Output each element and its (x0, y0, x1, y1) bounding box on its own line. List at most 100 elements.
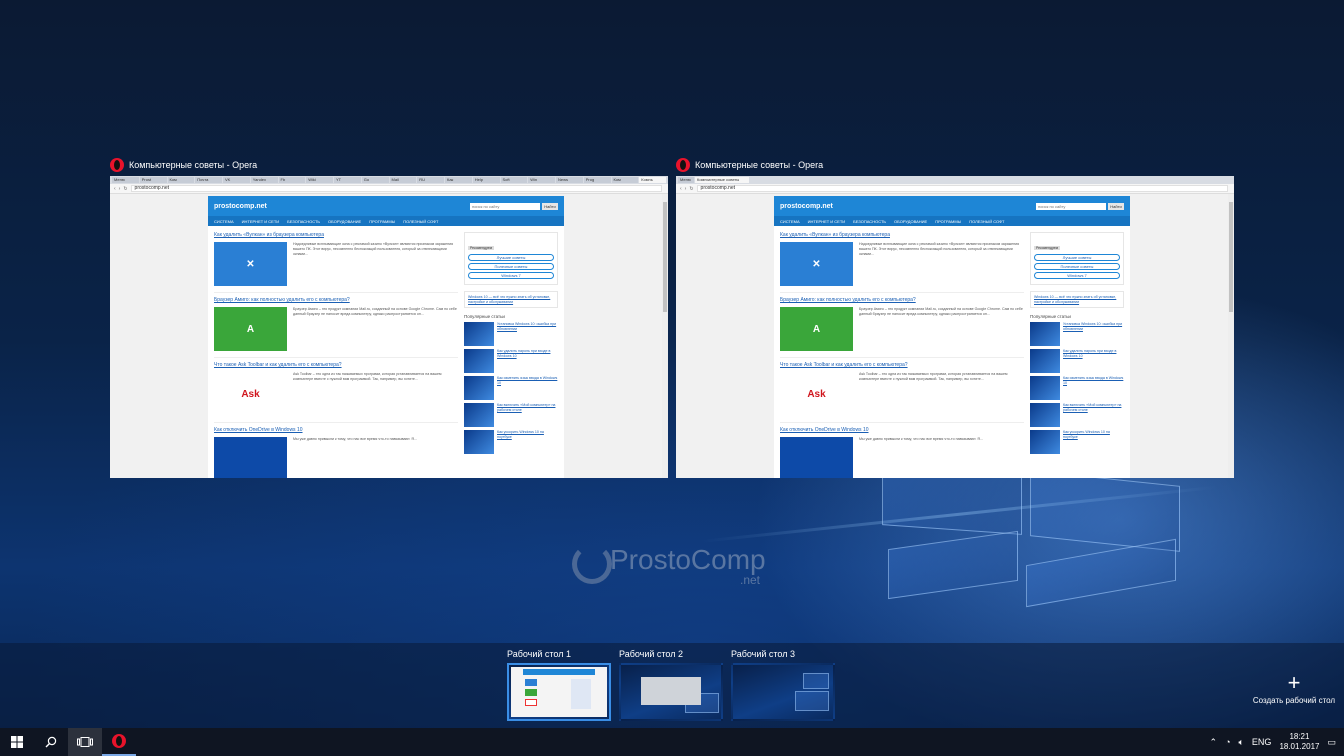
address-bar: ‹ › ↻ prostocomp.net (676, 184, 1234, 194)
desktop-1[interactable]: Рабочий стол 1 (507, 649, 611, 721)
start-button[interactable] (0, 728, 34, 756)
browser-tab: Меню (112, 177, 139, 183)
desktop-thumbnail[interactable] (507, 663, 611, 721)
task-view-window-2[interactable]: Компьютерные советы - Opera Меню Компьюте… (676, 156, 1234, 478)
article-excerpt: Мы уже давно привыкли к тому, что нас вс… (293, 437, 417, 441)
desktop-label: Рабочий стол 2 (619, 649, 684, 659)
site-nav: СИСТЕМА ИНТЕРНЕТ И СЕТИ БЕЗОПАСНОСТЬ ОБОРУД… (208, 216, 564, 226)
site-search-button: Найти (542, 202, 558, 210)
browser-tab: News (556, 177, 583, 183)
site-nav-item: ИНТЕРНЕТ И СЕТИ (807, 218, 846, 224)
browser-tab: Prog (583, 177, 611, 183)
popular-link: Установка Windows 10: ошибка при обновле… (1063, 322, 1123, 331)
chevron-up-icon[interactable]: ⌃ (1210, 737, 1218, 748)
article-title: Как удалить «Вулкан» из браузера компьют… (214, 232, 324, 238)
article-title: Что такое Ask Toolbar и как удалить его … (214, 362, 342, 368)
desktop-thumbnail[interactable] (731, 663, 835, 721)
task-view-window-1[interactable]: Компьютерные советы - Opera Меню Prost Ком… (110, 156, 668, 478)
sidebar-box: Рекомендуем Лучшие советы Полезные советы W… (1030, 232, 1124, 285)
site-nav-item: ПОЛЕЗНЫЙ СОФТ (969, 218, 1005, 224)
popular-item: Как ускорить Windows 10 на ноутбуке (464, 430, 558, 455)
back-icon: ‹ (114, 185, 116, 192)
network-icon[interactable]: ◔ (1225, 737, 1230, 747)
site-logo: prostocomp.net (214, 202, 267, 210)
volume-icon[interactable]: 🔈︎ (1239, 737, 1244, 748)
popular-thumb (464, 322, 494, 347)
browser-tab: Ком (611, 177, 639, 183)
popular-item: Установка Windows 10: ошибка при обновле… (1030, 322, 1124, 347)
popular-item: Как удалить пароль при входе в Windows 1… (1030, 349, 1124, 374)
popular-thumb (1030, 376, 1060, 401)
forward-icon: › (684, 185, 687, 192)
site-nav-item: ПРОГРАММЫ (935, 218, 962, 224)
taskbar: ⌃ ◔ 🔈︎ ENG 18:21 18.01.2017 ▭ (0, 728, 1344, 756)
url-field: prostocomp.net (130, 185, 662, 192)
window-title-bar: Компьютерные советы - Opera (110, 156, 668, 174)
notifications-icon[interactable]: ▭ (1327, 737, 1336, 748)
popular-thumb (1030, 322, 1060, 347)
popular-link: Как ускорить Windows 10 на ноутбуке (497, 430, 544, 439)
browser-tab: Prost (139, 177, 167, 183)
scrollbar (662, 194, 668, 478)
article-excerpt: Мы уже давно привыкли к тому, что нас вс… (859, 437, 983, 441)
windows-icon (11, 736, 23, 748)
sidebar-note: Windows 10 — всё что нужно знать об уста… (464, 291, 558, 309)
browser-tab: VK (223, 177, 250, 183)
sidebar-note: Windows 10 — всё что нужно знать об уста… (1030, 291, 1124, 309)
site-nav-item: ПРОГРАММЫ (369, 218, 396, 224)
popular-thumb (464, 430, 494, 455)
desktop-label: Рабочий стол 3 (731, 649, 796, 659)
divider (780, 357, 1024, 358)
site-nav-item: БЕЗОПАСНОСТЬ (287, 218, 321, 224)
browser-tab: Ком (167, 177, 195, 183)
new-desktop-button[interactable]: + Создать рабочий стол (1244, 672, 1344, 706)
browser-tab: Yandex (250, 177, 278, 183)
article-excerpt: Ask Toolbar – это одна из так называемых… (293, 372, 442, 381)
article: ✕ Надоедливые всплывающие окна с рекламой… (214, 242, 458, 286)
site-search-input: поиск по сайту (1036, 202, 1106, 210)
popular-item: Как включить «Мой компьютер» на рабочем … (464, 403, 558, 428)
article-image: Ask (214, 372, 287, 416)
browser-tab: Меню (678, 177, 694, 183)
opera-icon (110, 158, 124, 172)
scrollbar (1228, 194, 1234, 478)
site-logo: prostocomp.net (780, 202, 833, 210)
search-button[interactable] (34, 728, 68, 756)
article-image: Ask (780, 372, 853, 416)
article: Мы уже давно привыкли к тому, что нас вс… (214, 437, 458, 478)
site-nav-item: СИСТЕМА (780, 218, 800, 224)
browser-tab: Mail (389, 177, 417, 183)
sidebar-box: Рекомендуем Лучшие советы Полезные советы W… (464, 232, 558, 285)
popular-item: Установка Windows 10: ошибка при обновле… (464, 322, 558, 347)
watermark-logo: ProstoComp .net (572, 538, 772, 594)
reload-icon: ↻ (123, 185, 128, 192)
site-body: Как удалить «Вулкан» из браузера компьют… (774, 226, 1130, 478)
article-excerpt: Браузер Амиго – это продукт компании Mai… (293, 307, 457, 316)
browser-tab: Soft (500, 177, 528, 183)
site-nav-item: БЕЗОПАСНОСТЬ (853, 218, 887, 224)
language-indicator[interactable]: ENG (1252, 737, 1272, 747)
site-search: поиск по сайту Найти (470, 202, 558, 210)
browser-tab: Компьютерные советы (695, 177, 749, 183)
watermark-suffix: .net (740, 573, 761, 587)
clock[interactable]: 18:21 18.01.2017 (1279, 732, 1319, 752)
desktop-2[interactable]: Рабочий стол 2 (619, 649, 723, 721)
browser-tab-strip: Меню Компьютерные советы (676, 176, 1234, 184)
browser-tab: Почта (195, 177, 222, 183)
task-view-button[interactable] (68, 728, 102, 756)
sidebar-pill: Windows 7 (1034, 272, 1120, 279)
taskbar-opera-button[interactable] (102, 728, 136, 756)
sidebar-pill: Лучшие советы (1034, 254, 1120, 261)
window-thumbnail[interactable]: Меню Компьютерные советы ‹ › ↻ prostocomp… (676, 176, 1234, 478)
article-image: A (214, 307, 287, 351)
window-thumbnail[interactable]: Меню Prost Ком Почта VK Yandex Fb Wiki YT Go Mail R… (110, 176, 668, 478)
desktop-3[interactable]: Рабочий стол 3 (731, 649, 835, 721)
reload-icon: ↻ (689, 185, 694, 192)
browser-tab: Go (361, 177, 389, 183)
browser-tab-strip: Меню Prost Ком Почта VK Yandex Fb Wiki YT Go Mail R… (110, 176, 668, 184)
sidebar-pill: Windows 7 (468, 272, 554, 279)
window-title-bar: Компьютерные советы - Opera (676, 156, 1234, 174)
popular-link: Как изменить язык ввода в Windows 10 (1063, 376, 1124, 385)
desktop-thumbnail[interactable] (619, 663, 723, 721)
search-icon (45, 736, 57, 748)
